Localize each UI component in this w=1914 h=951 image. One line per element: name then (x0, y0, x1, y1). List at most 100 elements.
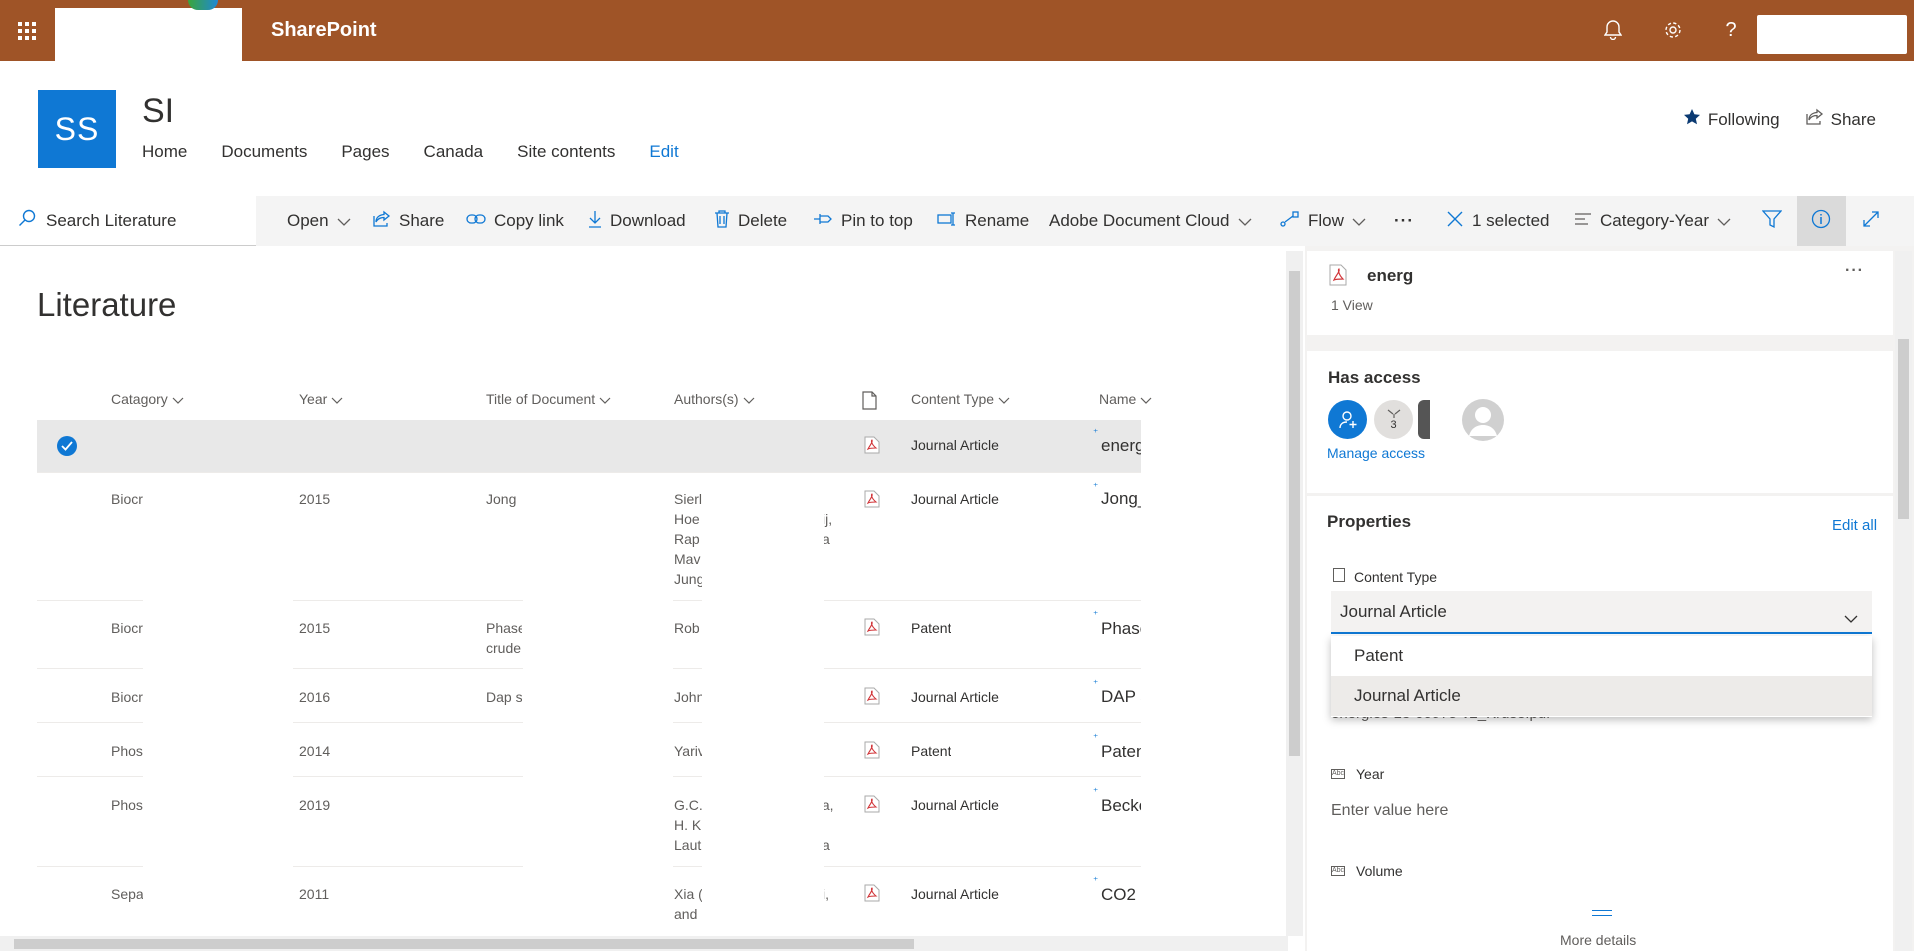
notifications-bell-icon[interactable] (1600, 17, 1626, 43)
expand-button[interactable] (1862, 196, 1880, 246)
row-author-line: Rap (674, 531, 700, 547)
new-sparkle-icon: ⁺ (1093, 787, 1099, 798)
list-horizontal-scrollbar[interactable] (0, 936, 1288, 951)
share-command-button[interactable]: Share (373, 196, 444, 246)
app-launcher-button[interactable] (0, 0, 53, 61)
row-year: 2015 (299, 491, 331, 507)
row-file-name[interactable]: CO2 s (1101, 885, 1141, 905)
nav-edit-link[interactable]: Edit (649, 142, 678, 162)
row-content-type: Patent (911, 620, 952, 636)
rename-button[interactable]: Rename (937, 196, 1029, 246)
flow-icon (1280, 210, 1300, 232)
row-title: Dap s (486, 689, 522, 705)
nav-pages[interactable]: Pages (341, 142, 389, 162)
option-journal-article[interactable]: Journal Article (1331, 676, 1872, 716)
user-avatar[interactable] (1462, 399, 1504, 441)
row-author-line: Laut (674, 837, 702, 853)
site-title[interactable]: SI (142, 92, 174, 131)
clear-selection-button[interactable]: 1 selected (1446, 196, 1550, 246)
edit-all-link[interactable]: Edit all (1832, 517, 1877, 534)
row-author-line: Xia ( (674, 886, 703, 902)
suite-bar: SharePoint ? (0, 0, 1914, 61)
column-header-year[interactable]: Year (299, 391, 343, 407)
copy-link-button[interactable]: Copy link (466, 196, 564, 246)
nav-home[interactable]: Home (142, 142, 187, 162)
chevron-down-icon (337, 211, 351, 231)
add-person-icon[interactable] (1328, 400, 1367, 439)
download-button[interactable]: Download (588, 196, 686, 246)
link-icon (466, 211, 486, 231)
filter-button[interactable] (1761, 196, 1783, 246)
info-pane-button[interactable] (1811, 196, 1831, 246)
delete-button[interactable]: Delete (714, 196, 787, 246)
list-vertical-scrollbar[interactable] (1286, 251, 1303, 936)
text-field-icon: Abc (1331, 769, 1345, 779)
column-header-file-type[interactable] (862, 391, 877, 413)
chevron-down-icon (743, 391, 755, 407)
row-file-name[interactable]: DAP s (1101, 687, 1141, 707)
site-share-button[interactable]: Share (1805, 108, 1876, 131)
shared-user-count: 3 (1390, 418, 1397, 431)
nav-site-contents[interactable]: Site contents (517, 142, 615, 162)
row-author-line: Yariv (674, 743, 704, 759)
year-input[interactable]: Enter value here (1331, 802, 1448, 820)
list-title: Literature (37, 286, 177, 323)
column-header-name[interactable]: Name (1099, 391, 1152, 407)
view-lines-icon (1574, 211, 1592, 231)
account-box[interactable] (1757, 15, 1907, 54)
shared-link-users-icon[interactable]: 3 (1374, 400, 1413, 439)
user-avatar-partial[interactable] (1418, 400, 1430, 439)
option-patent[interactable]: Patent (1331, 636, 1872, 676)
manage-access-link[interactable]: Manage access (1327, 445, 1425, 461)
nav-canada[interactable]: Canada (424, 142, 484, 162)
row-file-name[interactable]: Paten (1101, 742, 1141, 762)
pin-icon (813, 211, 833, 231)
pin-to-top-button[interactable]: Pin to top (813, 196, 913, 246)
more-details-button[interactable]: More details (1560, 932, 1636, 948)
search-box[interactable]: Search Literature (0, 196, 256, 246)
share-icon (1805, 108, 1824, 131)
row-category: Sepa (111, 886, 143, 902)
following-button[interactable]: Following (1683, 108, 1780, 131)
selected-count: 1 selected (1472, 211, 1550, 230)
new-sparkle-icon: ⁺ (1093, 876, 1099, 887)
app-name[interactable]: SharePoint (271, 19, 377, 42)
details-pane-scrollbar[interactable] (1895, 251, 1912, 951)
properties-card (1307, 496, 1893, 951)
row-author-line: John (674, 689, 704, 705)
chevron-down-icon (1844, 608, 1858, 628)
row-content-type: Journal Article (911, 437, 999, 453)
row-file-name[interactable]: Becke (1101, 796, 1141, 816)
details-more-button[interactable]: ··· (1845, 262, 1864, 280)
scroll-thumb[interactable] (14, 939, 914, 949)
open-button[interactable]: Open (287, 196, 351, 246)
column-header-content-type[interactable]: Content Type (911, 391, 1010, 407)
org-logo[interactable] (55, 8, 242, 61)
scroll-thumb[interactable] (1898, 339, 1909, 519)
row-selected-checkmark-icon[interactable] (57, 436, 77, 456)
settings-gear-icon[interactable] (1660, 17, 1686, 43)
nav-documents[interactable]: Documents (221, 142, 307, 162)
new-sparkle-icon: ⁺ (1093, 482, 1099, 493)
flow-button[interactable]: Flow (1280, 196, 1366, 246)
more-commands-button[interactable]: ··· (1394, 196, 1414, 246)
row-year: 2016 (299, 689, 331, 705)
row-year: 2014 (299, 743, 331, 759)
row-file-name[interactable]: Jong_ (1101, 489, 1141, 509)
content-type-dropdown[interactable]: Journal Article (1331, 591, 1872, 634)
column-header-authors[interactable]: Authors(s) (674, 391, 755, 407)
column-header-category[interactable]: Catagory (111, 391, 184, 407)
info-icon (1811, 209, 1831, 234)
site-actions: Following Share (1683, 108, 1876, 131)
row-file-name[interactable]: energ (1101, 436, 1141, 456)
new-sparkle-icon: ⁺ (1093, 733, 1099, 744)
pdf-icon (1329, 264, 1347, 286)
adobe-document-cloud-button[interactable]: Adobe Document Cloud (1049, 196, 1252, 246)
view-switcher-button[interactable]: Category-Year (1574, 196, 1731, 246)
column-header-title[interactable]: Title of Document (486, 391, 611, 407)
row-file-name[interactable]: Phase (1101, 619, 1141, 639)
scroll-thumb[interactable] (1289, 271, 1300, 756)
site-logo[interactable]: SS (38, 90, 116, 168)
help-icon[interactable]: ? (1718, 17, 1744, 43)
row-year: 2011 (299, 886, 330, 902)
